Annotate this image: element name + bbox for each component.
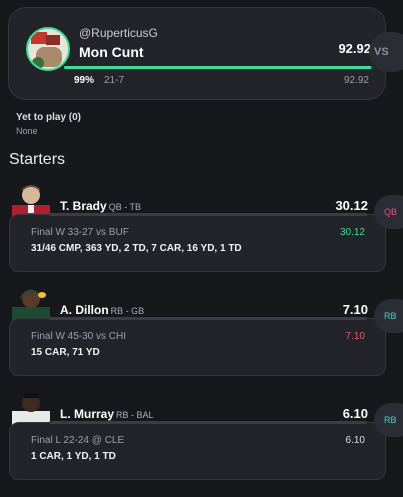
player-position-team: QB - TB (108, 202, 142, 212)
player-score: 7.10 (342, 302, 368, 317)
team-record: 21-7 (104, 75, 125, 86)
starter-row-dillon[interactable]: A. Dillon RB - GB 7.10 Final W 45-30 vs C… (0, 287, 403, 387)
player-name: A. Dillon RB - GB (60, 303, 145, 317)
player-headshot-icon (12, 185, 50, 217)
player-headshot-icon (12, 289, 50, 321)
team-name: Mon Cunt (79, 44, 144, 60)
win-probability-fill (64, 66, 371, 69)
vs-opponent-button[interactable]: VS (369, 32, 403, 72)
game-points: 30.12 (339, 227, 365, 238)
team-score: 92.92 (338, 41, 371, 56)
player-position-team: RB - BAL (116, 410, 154, 420)
player-headshot-icon (12, 393, 50, 425)
player-stat-card[interactable]: Final L 22-24 @ CLE 6.10 1 CAR, 1 YD, 1 … (9, 422, 386, 480)
player-stat-card[interactable]: Final W 33-27 vs BUF 30.12 31/46 CMP, 36… (9, 214, 386, 272)
position-badge-rb[interactable]: RB (374, 403, 403, 437)
position-badge-qb[interactable]: QB (374, 195, 403, 229)
score-divider (49, 421, 367, 424)
score-divider (49, 213, 367, 216)
starters-heading: Starters (9, 151, 66, 168)
player-name: T. Brady QB - TB (60, 199, 142, 213)
player-score: 30.12 (335, 198, 368, 213)
team-matchup-card[interactable]: @RuperticusG Mon Cunt 92.92 99% 21-7 92.… (8, 7, 386, 100)
game-points: 7.10 (345, 331, 365, 342)
projected-score: 92.92 (343, 75, 369, 86)
win-percentage: 99% (74, 75, 95, 86)
player-score: 6.10 (342, 406, 368, 421)
owner-handle: @RuperticusG (79, 26, 158, 40)
starter-row-brady[interactable]: T. Brady QB - TB 30.12 Final W 33-27 vs B… (0, 183, 403, 283)
player-name: L. Murray RB - BAL (60, 407, 154, 421)
stat-line: 31/46 CMP, 363 YD, 2 TD, 7 CAR, 16 YD, 1… (31, 243, 242, 254)
player-stat-card[interactable]: Final W 45-30 vs CHI 7.10 15 CAR, 71 YD (9, 318, 386, 376)
stat-line: 1 CAR, 1 YD, 1 TD (31, 451, 116, 462)
starter-row-murray[interactable]: L. Murray RB - BAL 6.10 Final L 22-24 @ C… (0, 391, 403, 491)
stat-line: 15 CAR, 71 YD (31, 347, 100, 358)
win-probability-bar (64, 66, 374, 69)
yet-to-play-label: Yet to play (0) (16, 112, 82, 123)
game-result: Final W 33-27 vs BUF (31, 227, 129, 238)
team-avatar (26, 27, 70, 71)
game-points: 6.10 (345, 435, 365, 446)
score-divider (49, 317, 367, 320)
player-position-team: RB - GB (110, 306, 145, 316)
game-result: Final W 45-30 vs CHI (31, 331, 127, 342)
game-result: Final L 22-24 @ CLE (31, 435, 125, 446)
position-badge-rb[interactable]: RB (374, 299, 403, 333)
yet-to-play-value: None (16, 126, 38, 136)
